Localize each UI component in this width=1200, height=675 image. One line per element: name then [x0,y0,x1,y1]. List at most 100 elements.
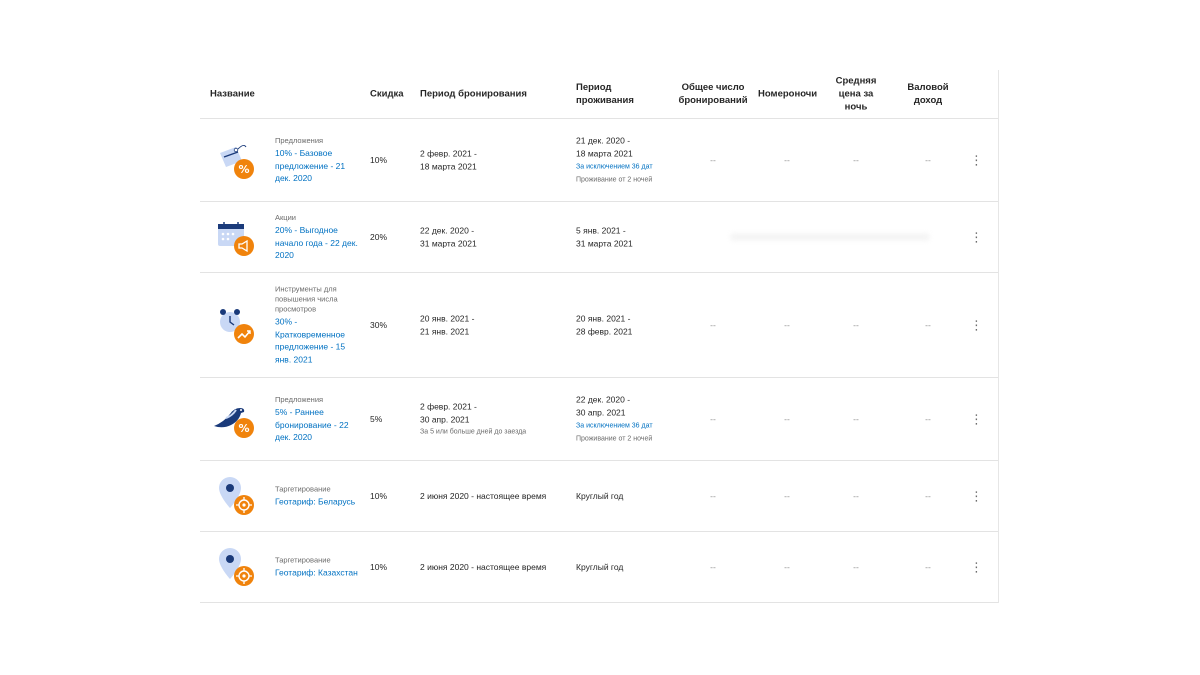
more-options-icon[interactable]: ⋮ [970,490,983,503]
header-discount[interactable]: Скидка [370,88,404,101]
tag-percent-icon: % [212,137,258,183]
avg-price: -- [853,155,859,165]
loading-placeholder [730,233,930,241]
total-bookings: -- [710,491,716,501]
header-avg-price-line3: ночь [844,101,868,113]
gross-revenue: -- [925,562,931,572]
calendar-megaphone-icon [212,214,258,260]
avg-price: -- [853,414,859,424]
stay-line1: 5 янв. 2021 - [576,225,626,236]
stay-period: Круглый год [576,561,676,574]
offer-name-cell: Предложения 10% - Базовое предложение - … [275,136,359,185]
header-stay-period-line1: Период [576,82,612,93]
room-nights: -- [784,414,790,424]
stay-period: 21 дек. 2020 - 18 марта 2021 За исключен… [576,135,676,186]
more-options-icon[interactable]: ⋮ [970,319,983,332]
stay-exclusion-link[interactable]: За исключением 36 дат [576,422,676,433]
offer-title-link[interactable]: Геотариф: Казахстан [275,566,359,579]
clock-trend-icon [212,302,258,348]
map-pin-target-icon [212,544,258,590]
stay-period: 20 янв. 2021 - 28 февр. 2021 [576,313,676,338]
header-avg-price-line1: Средняя [835,75,877,87]
gross-revenue: -- [925,320,931,330]
stay-line1: Круглый год [576,561,624,572]
stay-exclusion-link[interactable]: За исключением 36 дат [576,163,676,174]
table-row: Акции 20% - Выгодное начало года - 22 де… [200,202,998,273]
stay-period: 5 янв. 2021 - 31 марта 2021 [576,225,676,250]
booking-line2: 30 апр. 2021 [420,413,470,424]
stay-period: 22 дек. 2020 - 30 апр. 2021 За исключени… [576,394,676,445]
offer-category: Предложения [275,135,324,145]
booking-line2: 21 янв. 2021 [420,326,470,336]
header-avg-price[interactable]: Средняя цена за ночь [832,75,880,114]
stay-note: Проживание от 2 ночей [576,176,653,183]
offer-discount: 30% [370,320,388,330]
header-stay-period[interactable]: Период проживания [576,81,634,107]
more-options-icon[interactable]: ⋮ [970,413,983,426]
offer-discount: 10% [370,155,388,165]
booking-line1: 2 июня 2020 - настоящее время [420,561,547,572]
header-booking-period[interactable]: Период бронирования [420,88,527,101]
offer-title-link[interactable]: Геотариф: Беларусь [275,495,359,508]
header-gross-revenue[interactable]: Валовой доход [900,81,956,107]
svg-text:%: % [238,163,249,176]
booking-line1: 22 дек. 2020 - [420,225,475,236]
avg-price: -- [853,562,859,572]
stay-line2: 31 марта 2021 [576,238,633,248]
room-nights: -- [784,155,790,165]
stay-line1: 22 дек. 2020 - [576,394,631,405]
stay-line2: 18 марта 2021 [576,148,633,158]
booking-period: 2 февр. 2021 - 18 марта 2021 [420,148,570,173]
more-options-icon[interactable]: ⋮ [970,561,983,574]
gross-revenue: -- [925,155,931,165]
offer-title-link[interactable]: 20% - Выгодное начало года - 22 дек. 202… [275,224,359,262]
booking-line1: 20 янв. 2021 - [420,313,475,324]
header-avg-price-line2: цена за [838,88,874,100]
offer-name-cell: Инструменты для повышения числа просмотр… [275,285,359,366]
header-room-nights[interactable]: Номероночи [758,88,817,101]
table-header: Название Скидка Период бронирования Пери… [200,70,998,119]
map-pin-target-icon [212,473,258,519]
header-total-bookings-line2: бронирований [678,95,748,106]
stay-line2: 30 апр. 2021 [576,407,626,417]
offer-name-cell: Предложения 5% - Раннее бронирование - 2… [275,395,359,444]
header-gross-revenue-line2: доход [913,95,943,106]
more-options-icon[interactable]: ⋮ [970,154,983,167]
header-total-bookings[interactable]: Общее число бронирований [678,81,748,107]
stay-note: Проживание от 2 ночей [576,435,653,442]
offer-title-link[interactable]: 10% - Базовое предложение - 21 дек. 2020 [275,147,359,185]
total-bookings: -- [710,414,716,424]
offer-discount: 10% [370,491,388,501]
stay-period: Круглый год [576,490,676,503]
offer-name-cell: Таргетирование Геотариф: Беларусь [275,484,359,508]
offer-title-link[interactable]: 5% - Раннее бронирование - 22 дек. 2020 [275,406,359,444]
svg-text:%: % [238,422,249,435]
booking-line1: 2 февр. 2021 - [420,401,477,412]
table-row: Таргетирование Геотариф: Беларусь 10% 2 … [200,461,998,532]
stay-line1: Круглый год [576,490,624,501]
offer-name-cell: Таргетирование Геотариф: Казахстан [275,555,359,579]
stay-line2: 28 февр. 2021 [576,326,633,336]
table-row: Инструменты для повышения числа просмотр… [200,273,998,378]
room-nights: -- [784,491,790,501]
gross-revenue: -- [925,414,931,424]
booking-note: За 5 или больше дней до заезда [420,428,527,436]
table-row: % Предложения 10% - Базовое предложение … [200,119,998,202]
total-bookings: -- [710,320,716,330]
booking-line1: 2 июня 2020 - настоящее время [420,490,547,501]
table-row: % Предложения 5% - Раннее бронирование -… [200,378,998,461]
header-name[interactable]: Название [210,88,255,101]
table-row: Таргетирование Геотариф: Казахстан 10% 2… [200,532,998,603]
total-bookings: -- [710,562,716,572]
more-options-icon[interactable]: ⋮ [970,231,983,244]
offer-title-link[interactable]: 30% - Кратковременное предложение - 15 я… [275,316,359,366]
booking-period: 2 февр. 2021 - 30 апр. 2021 За 5 или бол… [420,400,570,438]
offer-discount: 10% [370,562,388,572]
offers-table: Название Скидка Период бронирования Пери… [200,70,999,603]
booking-period: 2 июня 2020 - настоящее время [420,561,570,574]
header-total-bookings-line1: Общее число [681,82,745,93]
stay-line1: 20 янв. 2021 - [576,313,631,324]
offer-name-cell: Акции 20% - Выгодное начало года - 22 де… [275,213,359,262]
offer-category: Таргетирование [275,555,331,565]
booking-line1: 2 февр. 2021 - [420,148,477,159]
